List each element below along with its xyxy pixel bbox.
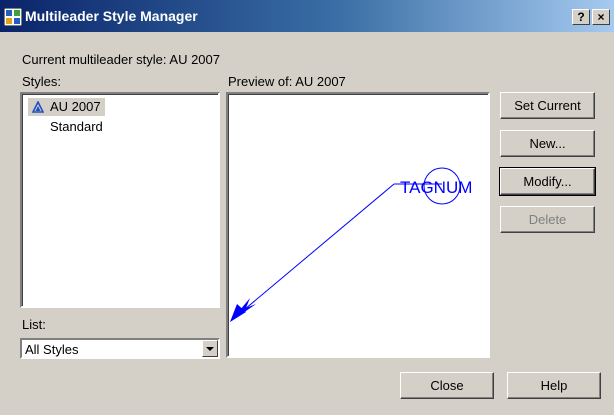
window-title: Multileader Style Manager <box>25 8 198 24</box>
leader-preview-canvas: TAGNUM <box>230 167 472 322</box>
help-button[interactable]: Help <box>507 372 601 399</box>
preview-pane: TAGNUM <box>226 92 490 358</box>
new-button[interactable]: New... <box>500 130 595 157</box>
chevron-down-icon <box>206 347 214 351</box>
title-bar[interactable]: Multileader Style Manager ? × <box>0 0 614 32</box>
current-style-label: Current multileader style: AU 2007 <box>22 52 220 67</box>
title-close-button[interactable]: × <box>592 9 610 25</box>
close-button[interactable]: Close <box>400 372 494 399</box>
title-help-button[interactable]: ? <box>572 9 590 25</box>
annotative-triangle-icon <box>32 101 44 113</box>
style-item-label: Standard <box>50 119 103 134</box>
style-item-au-2007[interactable]: AU 2007 <box>28 98 105 116</box>
styles-label: Styles: <box>22 74 62 89</box>
list-filter-value: All Styles <box>25 342 79 357</box>
tag-text: TAGNUM <box>400 178 472 197</box>
delete-button[interactable]: Delete <box>500 206 595 233</box>
leader-line <box>231 183 395 321</box>
modify-button[interactable]: Modify... <box>499 167 596 196</box>
set-current-button[interactable]: Set Current <box>500 92 595 119</box>
app-icon <box>4 8 22 26</box>
dropdown-arrow-button[interactable] <box>202 340 218 357</box>
preview-label: Preview of: AU 2007 <box>228 74 346 89</box>
styles-list[interactable]: AU 2007 Standard <box>20 92 220 308</box>
style-item-label: AU 2007 <box>50 99 101 114</box>
style-item-standard[interactable]: Standard <box>28 118 107 136</box>
multileader-style-manager-dialog: Multileader Style Manager ? × Current mu… <box>0 0 614 415</box>
list-filter-dropdown[interactable]: All Styles <box>20 338 220 359</box>
list-label: List: <box>22 317 46 332</box>
